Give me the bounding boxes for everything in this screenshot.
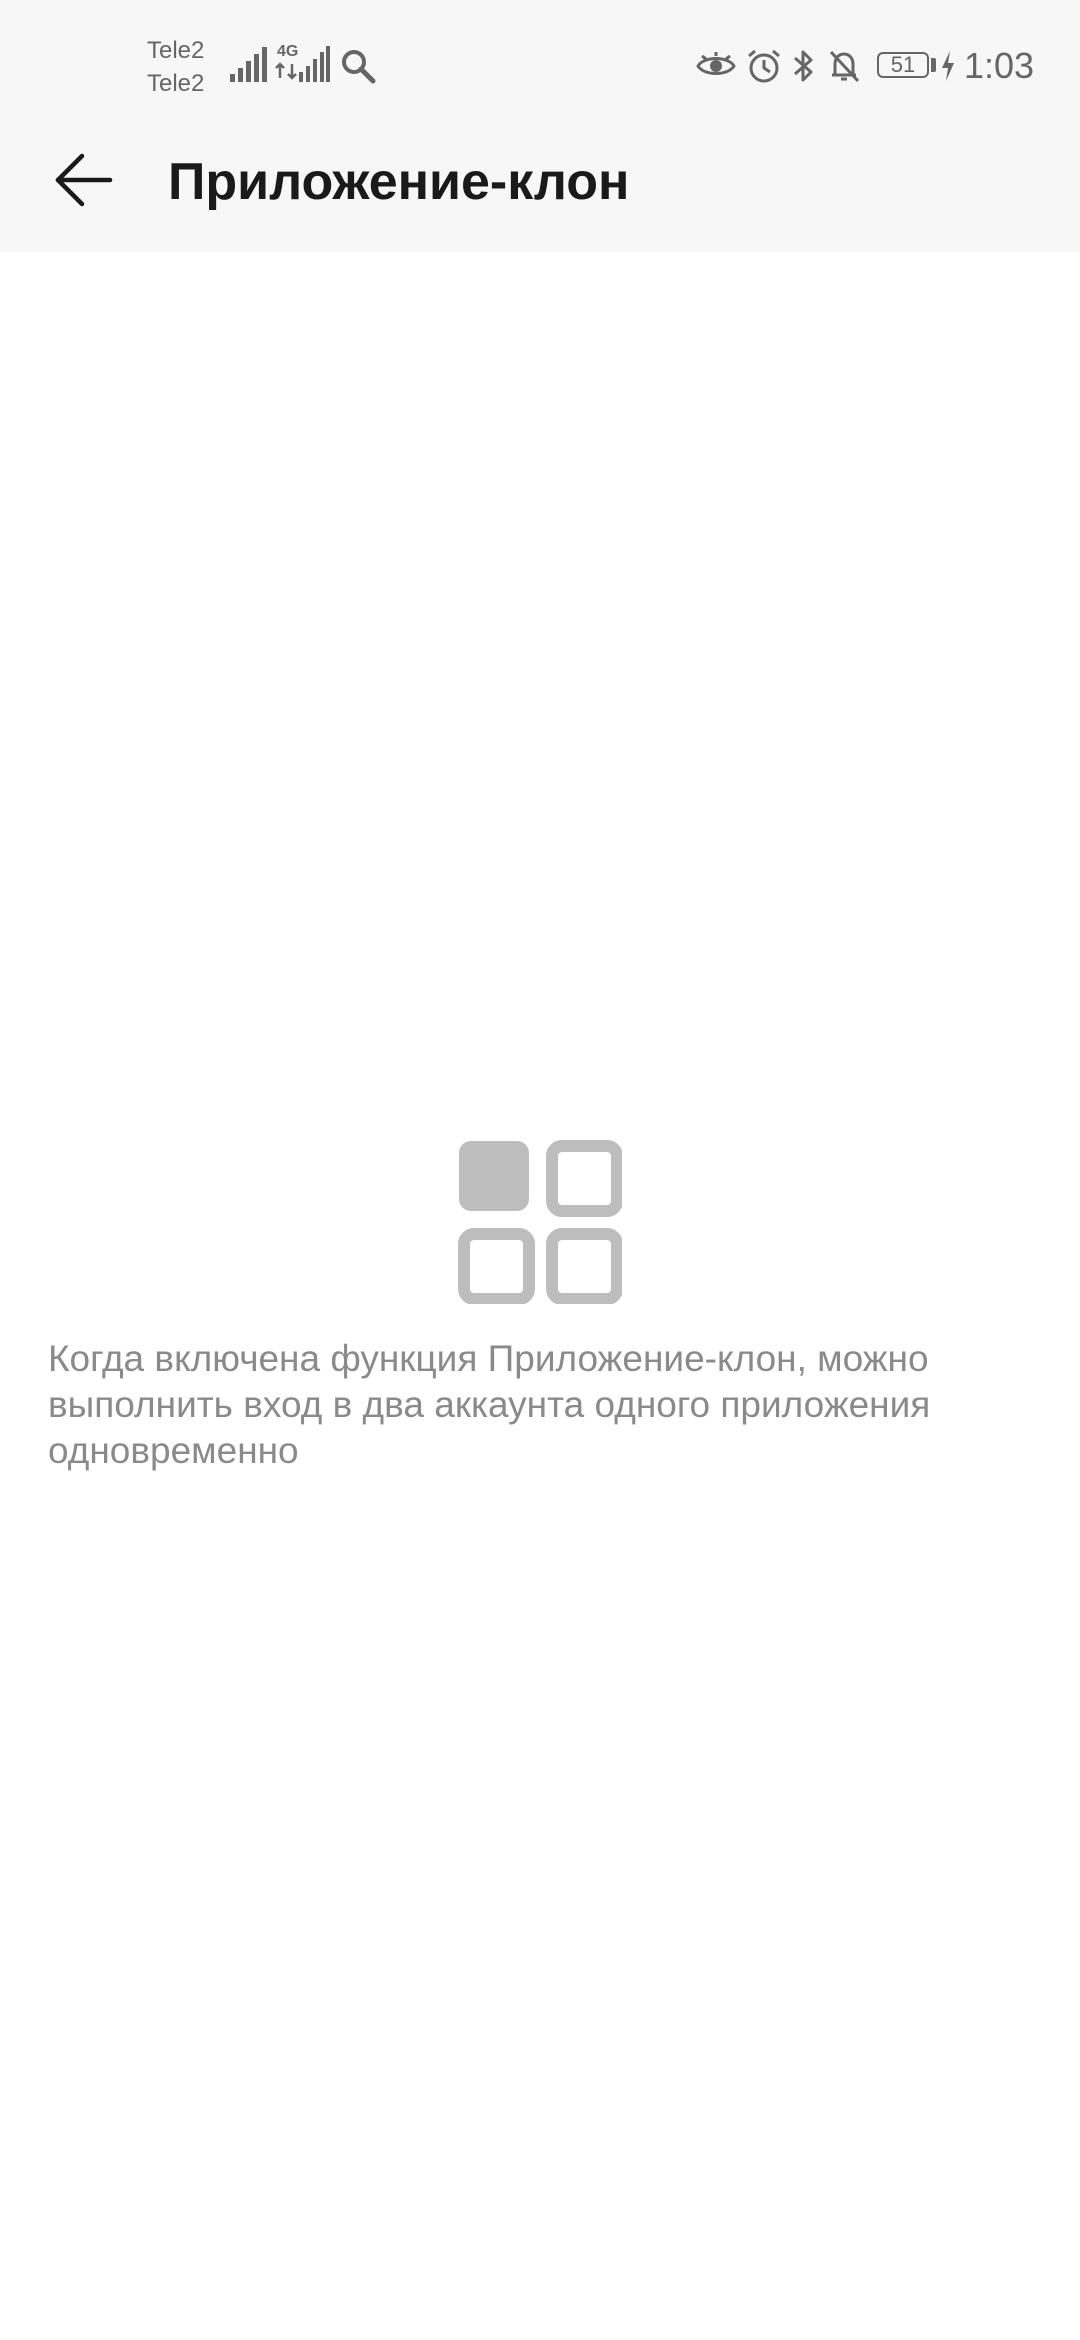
battery-icon: 51 (877, 52, 929, 78)
empty-state-message: Когда включена функция Приложение-клон, … (48, 1338, 931, 1471)
top-bar: Tele2 Tele2 4G 51 1:03 Приложение-клон (0, 0, 1080, 252)
search-icon (342, 50, 376, 84)
app-grid-icon (458, 1140, 622, 1304)
battery-tip (931, 58, 936, 72)
bell-off-icon (829, 50, 860, 83)
eye-icon (696, 52, 736, 75)
network-type-label: 4G (277, 43, 299, 60)
bluetooth-icon (794, 50, 813, 82)
clock: 1:03 (964, 45, 1035, 86)
carrier-1-label: Tele2 (147, 37, 205, 64)
page-title: Приложение-клон (168, 153, 630, 211)
signal-4g-icon: 4G (274, 44, 330, 84)
arrow-left-icon (55, 153, 113, 207)
status-bar: Tele2 Tele2 4G 51 1:03 (0, 0, 1080, 130)
back-button[interactable] (44, 144, 124, 216)
charging-icon (942, 51, 954, 81)
carrier-labels: Tele2 Tele2 (147, 34, 227, 100)
carrier-2-label: Tele2 (147, 70, 205, 97)
alarm-icon (748, 49, 780, 83)
signal-icon (230, 47, 267, 82)
